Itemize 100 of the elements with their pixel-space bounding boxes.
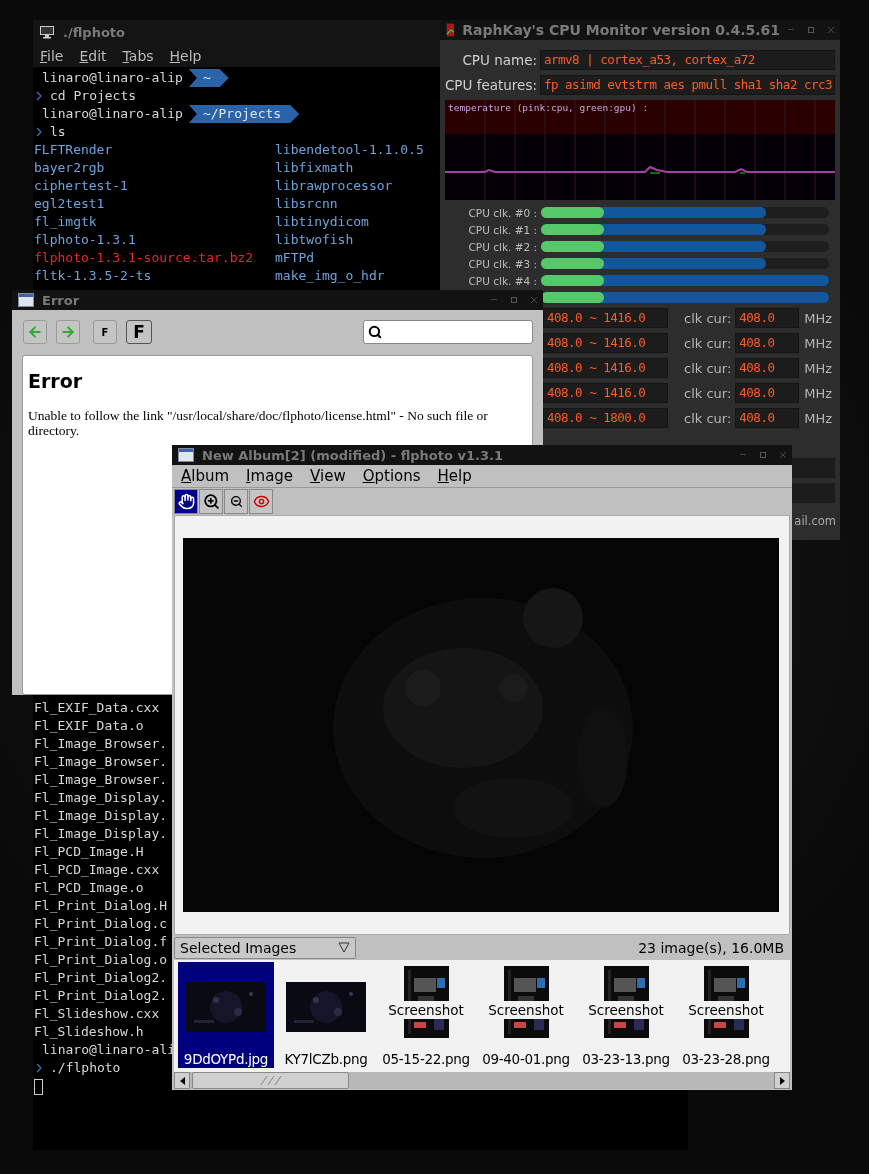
- hand-icon: [177, 493, 195, 510]
- graph-label: temperature (pink:cpu, green:gpu) :: [448, 102, 649, 113]
- thumbnail-caption: 9DdOYPd.jpg: [182, 1051, 270, 1067]
- file-name: Fl_EXIF_Data.cxx: [34, 699, 160, 717]
- prompt-path: ~: [188, 69, 229, 87]
- file-name: Fl_Slideshow.cxx: [34, 1005, 160, 1023]
- range-field: 408.0 ~ 1416.0: [543, 333, 668, 353]
- thumbnail-item[interactable]: Screenshot 05-15-22.png: [378, 962, 474, 1068]
- window-title: ./flphoto: [63, 24, 125, 40]
- chart-icon: [446, 23, 455, 37]
- thumbnail-item[interactable]: Screenshot 03-23-13.png: [578, 962, 674, 1068]
- clock-label: CPU clk. #2 :: [467, 240, 537, 253]
- prompt-chevron-icon: [36, 91, 42, 101]
- window-icon: [178, 448, 194, 462]
- monitor-icon: [39, 25, 55, 39]
- thumbnail-item[interactable]: KY7lCZb.png: [278, 962, 374, 1068]
- menu-item[interactable]: View: [310, 467, 346, 485]
- filter-dropdown[interactable]: Selected Images: [174, 936, 356, 959]
- file-name: Fl_Print_Dialog.f: [34, 933, 168, 951]
- menu-item[interactable]: Album: [181, 467, 230, 485]
- field-label: clk cur:: [684, 410, 732, 426]
- file-name: fl_imgtk: [34, 213, 97, 231]
- close-icon[interactable]: [531, 297, 537, 303]
- minimize-icon[interactable]: [491, 299, 497, 301]
- field-label: CPU name:: [461, 51, 537, 70]
- prompt-user: linaro@linaro-ali: [41, 1041, 176, 1059]
- file-name: flphoto-1.3.1-source.tar.bz2: [34, 249, 254, 267]
- scroll-right-button[interactable]: [774, 1072, 790, 1089]
- menu-item[interactable]: Help: [437, 467, 472, 485]
- field-label: clk cur:: [684, 335, 732, 351]
- thumbnail-item[interactable]: Screenshot 03-23-28.png: [678, 962, 774, 1068]
- file-name: bayer2rgb: [34, 159, 105, 177]
- thumbnail-label: Screenshot: [486, 1001, 566, 1019]
- file-name: Fl_Print_Dialog.c: [34, 915, 168, 933]
- range-field: 408.0 ~ 1800.0: [543, 408, 668, 428]
- range-field: 408.0 ~ 1416.0: [543, 308, 668, 328]
- field-label: clk cur:: [684, 385, 732, 401]
- file-name: flphoto-1.3.1: [34, 231, 136, 249]
- value-field: armv8 | cortex_a53, cortex_a72: [540, 50, 835, 70]
- menu-item[interactable]: Tabs: [122, 47, 154, 64]
- command-text: ls: [50, 123, 66, 141]
- window-title: New Album[2] (modified) - flphoto v1.3.1: [202, 447, 503, 463]
- minimize-icon[interactable]: [788, 29, 794, 31]
- back-button[interactable]: [23, 320, 47, 344]
- file-name: libfixmath: [275, 159, 354, 177]
- thumbnail-item[interactable]: Screenshot 09-40-01.png: [478, 962, 574, 1068]
- zoom-in-icon: [202, 493, 220, 510]
- close-icon[interactable]: [828, 27, 834, 33]
- thumbnail-item[interactable]: 9DdOYPd.jpg: [178, 962, 274, 1068]
- file-name: Fl_PCD_Image.H: [34, 843, 144, 861]
- menu-item[interactable]: File: [40, 47, 64, 64]
- prompt-chevron-icon: [36, 1063, 42, 1073]
- footer-text: ail.com: [794, 514, 836, 528]
- minimize-icon[interactable]: [740, 454, 746, 456]
- file-name: mFTPd: [275, 249, 315, 267]
- eye-icon: [252, 493, 270, 510]
- text-cursor: [34, 1078, 43, 1095]
- unit-label: MHz: [804, 335, 833, 351]
- scroll-thumb[interactable]: [192, 1072, 349, 1089]
- font-size-button[interactable]: F: [93, 320, 117, 344]
- forward-button[interactable]: [56, 320, 80, 344]
- tool-button[interactable]: [174, 489, 198, 514]
- status-text: 23 image(s), 16.0MB: [638, 939, 784, 956]
- font-size-button[interactable]: F: [126, 320, 152, 344]
- value-field: 408.0: [735, 408, 800, 428]
- arrow-right-icon: [779, 1076, 785, 1085]
- file-name: make_img_o_hdr: [275, 267, 385, 285]
- file-name: Fl_Image_Display.: [34, 789, 168, 807]
- range-field: 408.0 ~ 1416.0: [543, 358, 668, 378]
- file-name: FLFTRender: [34, 141, 113, 159]
- menu-item[interactable]: Help: [169, 47, 202, 64]
- clock-label: CPU clk. #3 :: [467, 257, 537, 270]
- tool-button[interactable]: [224, 489, 248, 514]
- clock-label: CPU clk. #4 :: [467, 274, 537, 287]
- search-icon: [368, 325, 382, 339]
- menu-item[interactable]: Image: [246, 467, 294, 485]
- arrow-left-icon: [179, 1076, 185, 1085]
- prompt-chevron-icon: [36, 127, 42, 137]
- file-name: ciphertest-1: [34, 177, 128, 195]
- close-icon[interactable]: [780, 452, 786, 458]
- maximize-icon[interactable]: [760, 452, 766, 458]
- unit-label: MHz: [804, 360, 833, 376]
- file-name: Fl_Slideshow.h: [34, 1023, 144, 1041]
- maximize-icon[interactable]: [808, 27, 814, 33]
- thumbnail-label: Screenshot: [586, 1001, 666, 1019]
- empty-field: [792, 483, 835, 503]
- file-name: libsrcnn: [275, 195, 338, 213]
- dropdown-arrow-icon: [338, 942, 350, 953]
- file-name: Fl_Image_Display.: [34, 807, 168, 825]
- file-name: Fl_EXIF_Data.o: [34, 717, 144, 735]
- menu-item[interactable]: Options: [362, 467, 421, 485]
- thumbnail-label: Screenshot: [386, 1001, 466, 1019]
- scroll-left-button[interactable]: [174, 1072, 190, 1089]
- file-name: libtinydicom: [275, 213, 369, 231]
- maximize-icon[interactable]: [511, 297, 517, 303]
- search-field[interactable]: [363, 320, 533, 344]
- scrollbar[interactable]: [174, 1072, 790, 1089]
- tool-button[interactable]: [199, 489, 223, 514]
- thumbnail-caption: 03-23-28.png: [681, 1051, 771, 1067]
- menu-item[interactable]: Edit: [79, 47, 107, 64]
